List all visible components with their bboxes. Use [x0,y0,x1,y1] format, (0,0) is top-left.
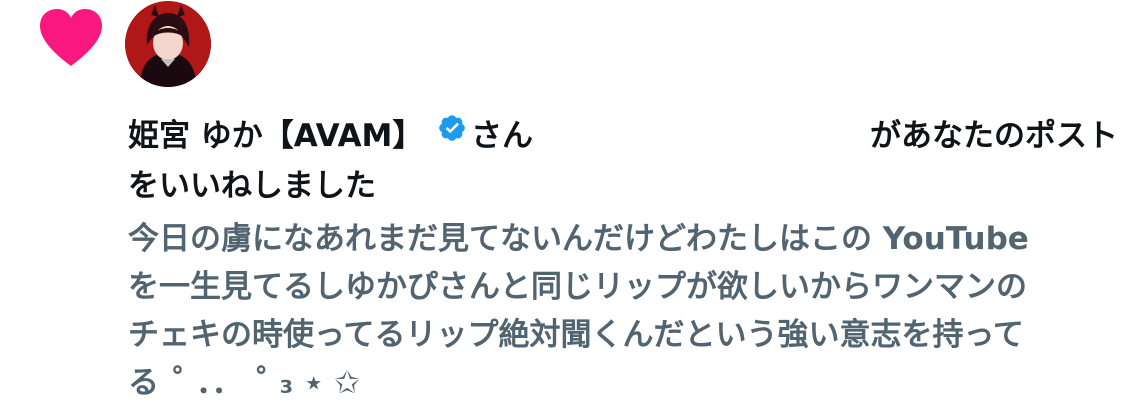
post-line: を一生見てるしゆかぴさんと同じリップが欲しいからワンマンの [128,269,1027,305]
post-line: チェキの時使ってるリップ絶対聞くんだという強い意志を持って [128,317,1024,353]
post-line: 今日の虜になあれまだ見てないんだけどわたしはこの YouTube [128,221,1029,257]
action-text-part2: をいいねしました [128,168,376,204]
name-suffix: さん [471,118,533,154]
avatar-image [125,1,211,87]
verified-badge-icon [439,115,465,141]
notification-text-line1: 姫宮 ゆか【AVAM】 さん があなたのポスト [128,110,1118,154]
action-text-part1: があなたのポスト [870,118,1118,154]
avatar[interactable] [125,1,211,87]
post-line: る ˚ ．． ˚ ₃ ⋆ ✩ [128,365,361,401]
user-name[interactable]: 姫宮 ゆか【AVAM】 [128,110,423,155]
post-text[interactable]: 今日の虜になあれまだ見てないんだけどわたしはこの YouTube を一生見てるし… [128,215,1108,407]
heart-icon [40,9,102,66]
